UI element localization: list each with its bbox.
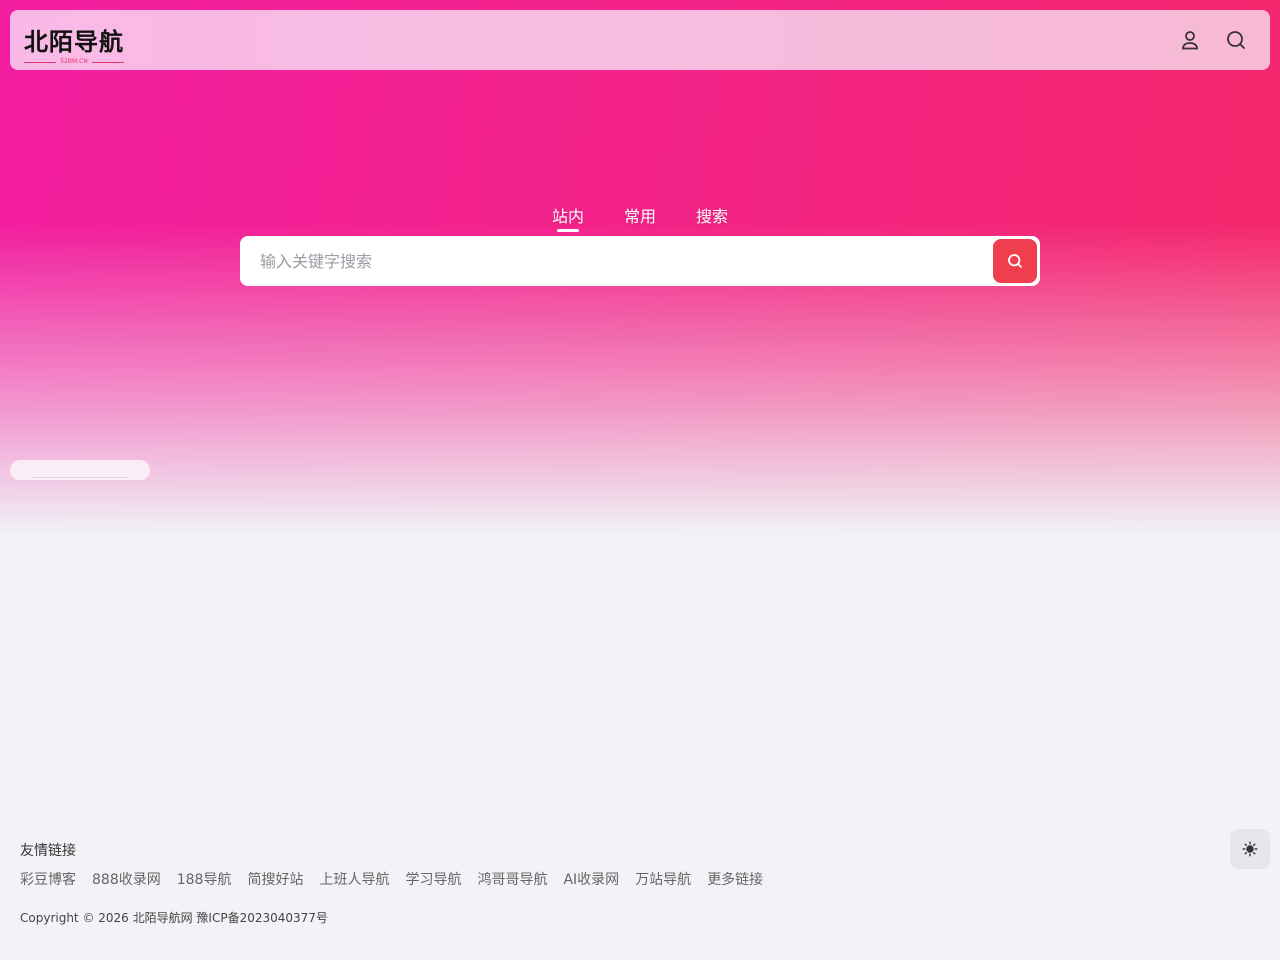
more-links[interactable]: 更多链接	[707, 869, 763, 889]
logo-subtext: 52BM.CN	[24, 58, 125, 65]
user-icon[interactable]	[1178, 28, 1202, 52]
friend-link[interactable]: 学习导航	[405, 869, 461, 889]
header-actions	[1178, 28, 1256, 52]
friend-links: 彩豆博客 888收录网 188导航 简搜好站 上班人导航 学习导航 鸿哥哥导航 …	[20, 869, 1200, 889]
tab-common[interactable]: 常用	[624, 203, 656, 229]
search-icon	[1008, 254, 1022, 268]
search-bar	[240, 236, 1040, 286]
friend-link[interactable]: 彩豆博客	[20, 869, 76, 889]
friend-link[interactable]: AI收录网	[563, 869, 619, 889]
friend-link[interactable]: 188导航	[177, 869, 232, 889]
friend-link[interactable]: 万站导航	[635, 869, 691, 889]
friend-link[interactable]: 上班人导航	[319, 869, 389, 889]
friend-link[interactable]: 888收录网	[92, 869, 161, 889]
sun-icon	[1242, 841, 1258, 857]
search-input[interactable]	[260, 251, 993, 271]
tab-site[interactable]: 站内	[552, 203, 584, 229]
loading-placeholder	[10, 460, 150, 480]
search-icon[interactable]	[1224, 28, 1248, 52]
logo-text: 北陌导航	[24, 28, 124, 56]
theme-toggle-button[interactable]	[1230, 829, 1270, 869]
site-header: 北陌导航 52BM.CN	[10, 10, 1270, 70]
copyright: Copyright © 2026 北陌导航网 豫ICP备2023040377号	[20, 911, 328, 925]
tab-search[interactable]: 搜索	[696, 203, 728, 229]
friend-links-title: 友情链接	[20, 843, 76, 859]
site-logo[interactable]: 北陌导航 52BM.CN	[24, 20, 134, 65]
friend-link[interactable]: 简搜好站	[247, 869, 303, 889]
friend-link[interactable]: 鸿哥哥导航	[477, 869, 547, 889]
search-button[interactable]	[993, 239, 1037, 283]
site-footer: 友情链接 彩豆博客 888收录网 188导航 简搜好站 上班人导航 学习导航 鸿…	[20, 840, 1200, 926]
search-tabs: 站内 常用 搜索	[0, 203, 1280, 229]
logo-domain: 52BM.CN	[60, 58, 88, 65]
